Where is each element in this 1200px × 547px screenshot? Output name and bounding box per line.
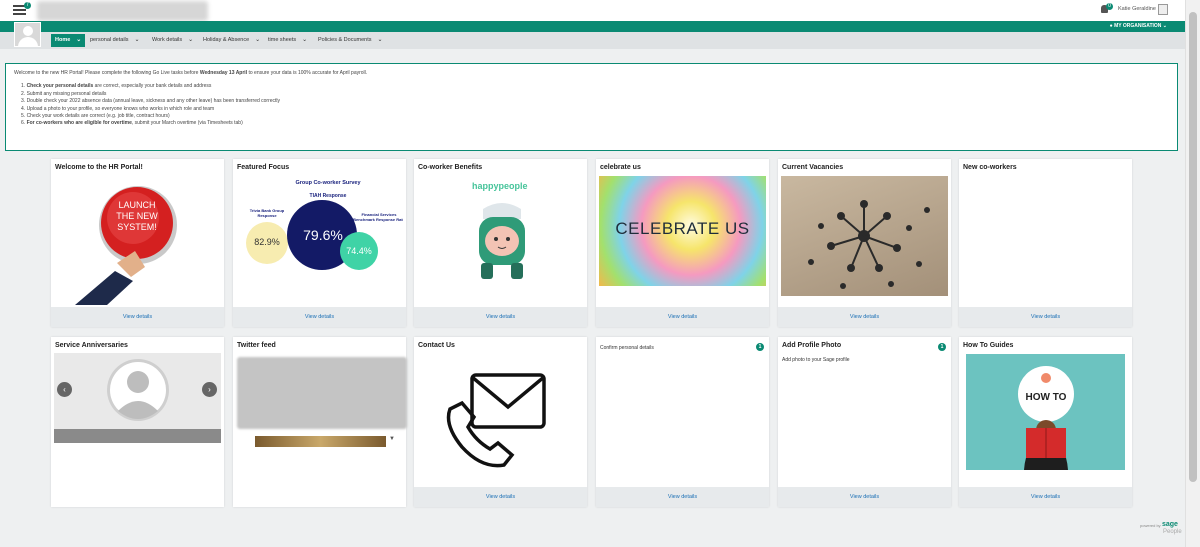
view-details-link[interactable]: View details [959, 307, 1132, 327]
list-item: 3. Double check your 2022 absence data (… [21, 98, 281, 105]
profile-avatar[interactable] [14, 22, 41, 47]
card-title: celebrate us [600, 164, 641, 171]
chevron-down-icon: ⌄ [188, 37, 194, 43]
phone-envelope-icon [442, 369, 552, 469]
view-details-link[interactable]: View details [414, 487, 587, 507]
sage-people-text: People [1163, 529, 1182, 535]
skydivers-image [781, 176, 948, 296]
card-welcome: Welcome to the HR Portal! LAUNCH THE NEW S… [51, 159, 224, 327]
scroll-down-icon[interactable]: ▼ [389, 436, 395, 442]
list-item: 2. Submit any missing personal details [21, 90, 107, 97]
user-name[interactable]: Katie Geraldine [1118, 6, 1156, 12]
card-how-to-guides: How To Guides HOW TO View details [959, 337, 1132, 507]
nav-personal-details[interactable]: personal details ⌄ [86, 34, 144, 47]
task-text[interactable]: Add photo to your Sage profile [782, 357, 850, 363]
view-details-link[interactable]: View details [596, 307, 769, 327]
bell-badge: 0 [1106, 3, 1113, 10]
survey-left-value: 82.9% [254, 237, 280, 247]
card-title: Featured Focus [237, 164, 290, 171]
user-avatar-icon[interactable] [1158, 4, 1168, 15]
announcement-panel: Welcome to the new HR Portal! Please com… [5, 63, 1178, 151]
view-details-link[interactable]: View details [233, 307, 406, 327]
card-title: Co-worker Benefits [418, 164, 483, 171]
card-title: Welcome to the HR Portal! [55, 164, 143, 171]
company-logo [37, 1, 208, 21]
list-item: 5. Check your work details are correct (… [21, 113, 170, 120]
survey-main-value: 79.6% [303, 227, 343, 243]
task-count-badge: 1 [938, 343, 946, 351]
view-details-link[interactable]: View details [51, 307, 224, 327]
twitter-feed-content[interactable] [237, 357, 407, 429]
card-add-profile-photo: Add Profile Photo Add photo to your Sage… [778, 337, 951, 507]
how-to-text: HOW TO [1025, 392, 1067, 403]
carousel-prev-icon[interactable]: ‹ [57, 382, 72, 397]
nav-time-sheets[interactable]: time sheets ⌄ [264, 34, 311, 47]
twitter-image-strip [255, 436, 386, 447]
card-featured-focus: Featured Focus Group Co-worker Survey TI… [233, 159, 406, 327]
how-to-image: HOW TO [966, 354, 1125, 470]
chevron-down-icon: ⌄ [76, 37, 82, 43]
celebrate-text: CELEBRATE US [615, 219, 750, 238]
launch-button-image: LAUNCH THE NEW SYSTEM! [71, 177, 201, 305]
view-details-link[interactable]: View details [778, 487, 951, 507]
page-scrollbar[interactable] [1185, 0, 1200, 547]
card-twitter-feed: Twitter feed ▼ [233, 337, 407, 507]
card-current-vacancies: Current Vacancies View details [778, 159, 951, 327]
survey-left-label: Trivia Bank Group Response [249, 208, 285, 218]
scroll-thumb[interactable] [1189, 12, 1197, 482]
view-details-link[interactable]: View details [596, 487, 769, 507]
task-count-badge: 1 [756, 343, 764, 351]
menu-notification-badge: 7 [24, 2, 31, 9]
card-title: New co-workers [963, 164, 1017, 171]
anniversary-carousel [54, 353, 221, 443]
announcement-list: 1. Check your personal details are corre… [21, 83, 1169, 127]
top-bar: 7 0 Katie Geraldine [0, 0, 1185, 21]
card-title: Service Anniversaries [55, 342, 128, 349]
card-title: How To Guides [963, 342, 1014, 349]
my-organisation-menu[interactable]: ● MY ORGANISATION ⌄ [1110, 23, 1167, 29]
survey-subtitle: TIAH Response [309, 193, 347, 199]
launch-text: LAUNCH THE NEW SYSTEM! [116, 200, 158, 232]
survey-right-label: Financial Services Benchmark Response Ra… [353, 212, 403, 222]
card-title: Current Vacancies [782, 164, 844, 171]
chevron-down-icon: ⌄ [134, 37, 140, 43]
card-title: Twitter feed [237, 342, 276, 349]
card-new-coworkers: New co-workers View details [959, 159, 1132, 327]
mascot-image [469, 199, 535, 281]
card-service-anniversaries: Service Anniversaries ‹ › [51, 337, 224, 507]
happypeople-logo: happypeople [472, 181, 528, 191]
powered-by-text: powered by [1140, 523, 1161, 528]
chevron-down-icon: ⌄ [377, 37, 383, 43]
nav-holiday-absence[interactable]: Holiday & Absence ⌄ [199, 34, 264, 47]
card-confirm-personal-details: Confirm personal details 1 View details [596, 337, 769, 507]
card-contact-us: Contact Us View details [414, 337, 587, 507]
nav-work-details[interactable]: Work details ⌄ [148, 34, 197, 47]
carousel-next-icon[interactable]: › [202, 382, 217, 397]
view-details-link[interactable]: View details [414, 307, 587, 327]
green-header-band: ● MY ORGANISATION ⌄ [0, 21, 1185, 32]
card-title: Add Profile Photo [782, 342, 842, 349]
sage-logo: sage [1162, 521, 1178, 528]
nav-home[interactable]: Home ⌄ [51, 34, 86, 47]
survey-title: Group Co-worker Survey [295, 180, 361, 186]
chevron-down-icon: ⌄ [302, 37, 308, 43]
survey-graphic: Group Co-worker Survey TIAH Response Tri… [243, 179, 403, 301]
card-celebrate-us: celebrate us CELEBRATE US View details [596, 159, 769, 327]
chevron-down-icon: ⌄ [255, 37, 261, 43]
survey-right-value: 74.4% [346, 246, 372, 256]
card-coworker-benefits: Co-worker Benefits happypeople View deta… [414, 159, 587, 327]
list-item: 6. For co-workers who are eligible for o… [21, 120, 243, 127]
announcement-intro: Welcome to the new HR Portal! Please com… [14, 70, 368, 76]
list-item: 4. Upload a photo to your profile, so ev… [21, 105, 215, 112]
view-details-link[interactable]: View details [778, 307, 951, 327]
list-item: 1. Check your personal details are corre… [21, 83, 212, 90]
card-title: Contact Us [418, 342, 455, 349]
nav-policies-documents[interactable]: Policies & Documents ⌄ [314, 34, 387, 47]
view-details-link[interactable]: View details [959, 487, 1132, 507]
task-text[interactable]: Confirm personal details [600, 345, 654, 351]
celebrate-image: CELEBRATE US [599, 176, 766, 286]
